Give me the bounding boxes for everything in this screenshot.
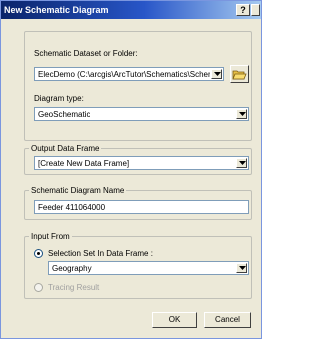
output-data-frame-dropdown-button[interactable]: [236, 158, 247, 168]
diagram-name-legend: Schematic Diagram Name: [29, 186, 127, 195]
output-data-frame-group: Output Data Frame [Create New Data Frame…: [24, 144, 252, 175]
output-data-frame-value: [Create New Data Frame]: [38, 159, 130, 168]
diagram-type-dropdown-button[interactable]: [236, 109, 247, 119]
radio-selected-dot: [37, 252, 40, 255]
dataset-value: ElecDemo (C:\arcgis\ArcTutor\Schematics\…: [38, 70, 210, 79]
selection-set-label[interactable]: Selection Set In Data Frame :: [48, 249, 153, 258]
input-from-legend: Input From: [29, 232, 72, 241]
diagram-type-value: GeoSchematic: [38, 110, 91, 119]
diagram-type-label: Diagram type:: [34, 94, 84, 103]
dataset-label: Schematic Dataset or Folder:: [34, 49, 138, 58]
dataset-dropdown[interactable]: ElecDemo (C:\arcgis\ArcTutor\Schematics\…: [34, 67, 224, 81]
chevron-down-icon: [239, 112, 246, 116]
chevron-down-icon: [239, 266, 246, 270]
chevron-down-icon: [239, 161, 246, 165]
selection-set-dropdown-button[interactable]: [236, 263, 247, 273]
open-folder-icon: [232, 70, 247, 80]
tracing-result-radio[interactable]: [34, 283, 43, 292]
cancel-button[interactable]: Cancel: [204, 312, 251, 328]
new-schematic-diagram-dialog: New Schematic Diagram ? Schematic Datase…: [0, 0, 262, 339]
chevron-down-icon: [214, 72, 221, 76]
selection-set-dropdown[interactable]: Geography: [48, 261, 249, 275]
input-from-group: Input From Selection Set In Data Frame :…: [24, 232, 252, 299]
ok-button[interactable]: OK: [152, 312, 197, 328]
diagram-name-group: Schematic Diagram Name Feeder 411064000: [24, 186, 252, 220]
title-bar[interactable]: New Schematic Diagram ?: [1, 1, 261, 19]
output-data-frame-dropdown[interactable]: [Create New Data Frame]: [34, 156, 249, 170]
selection-set-radio[interactable]: [34, 249, 43, 258]
diagram-name-value: Feeder 411064000: [38, 203, 106, 212]
help-button[interactable]: ?: [236, 4, 250, 16]
dialog-title: New Schematic Diagram: [4, 5, 109, 15]
dataset-dropdown-button[interactable]: [211, 69, 222, 79]
output-data-frame-legend: Output Data Frame: [29, 144, 102, 153]
selection-set-value: Geography: [52, 264, 92, 273]
diagram-name-input[interactable]: Feeder 411064000: [34, 200, 249, 214]
close-button[interactable]: [251, 4, 260, 16]
tracing-result-label[interactable]: Tracing Result: [48, 283, 99, 292]
dataset-group: Schematic Dataset or Folder: ElecDemo (C…: [24, 31, 252, 141]
browse-button[interactable]: [230, 65, 249, 83]
diagram-type-dropdown[interactable]: GeoSchematic: [34, 107, 249, 121]
